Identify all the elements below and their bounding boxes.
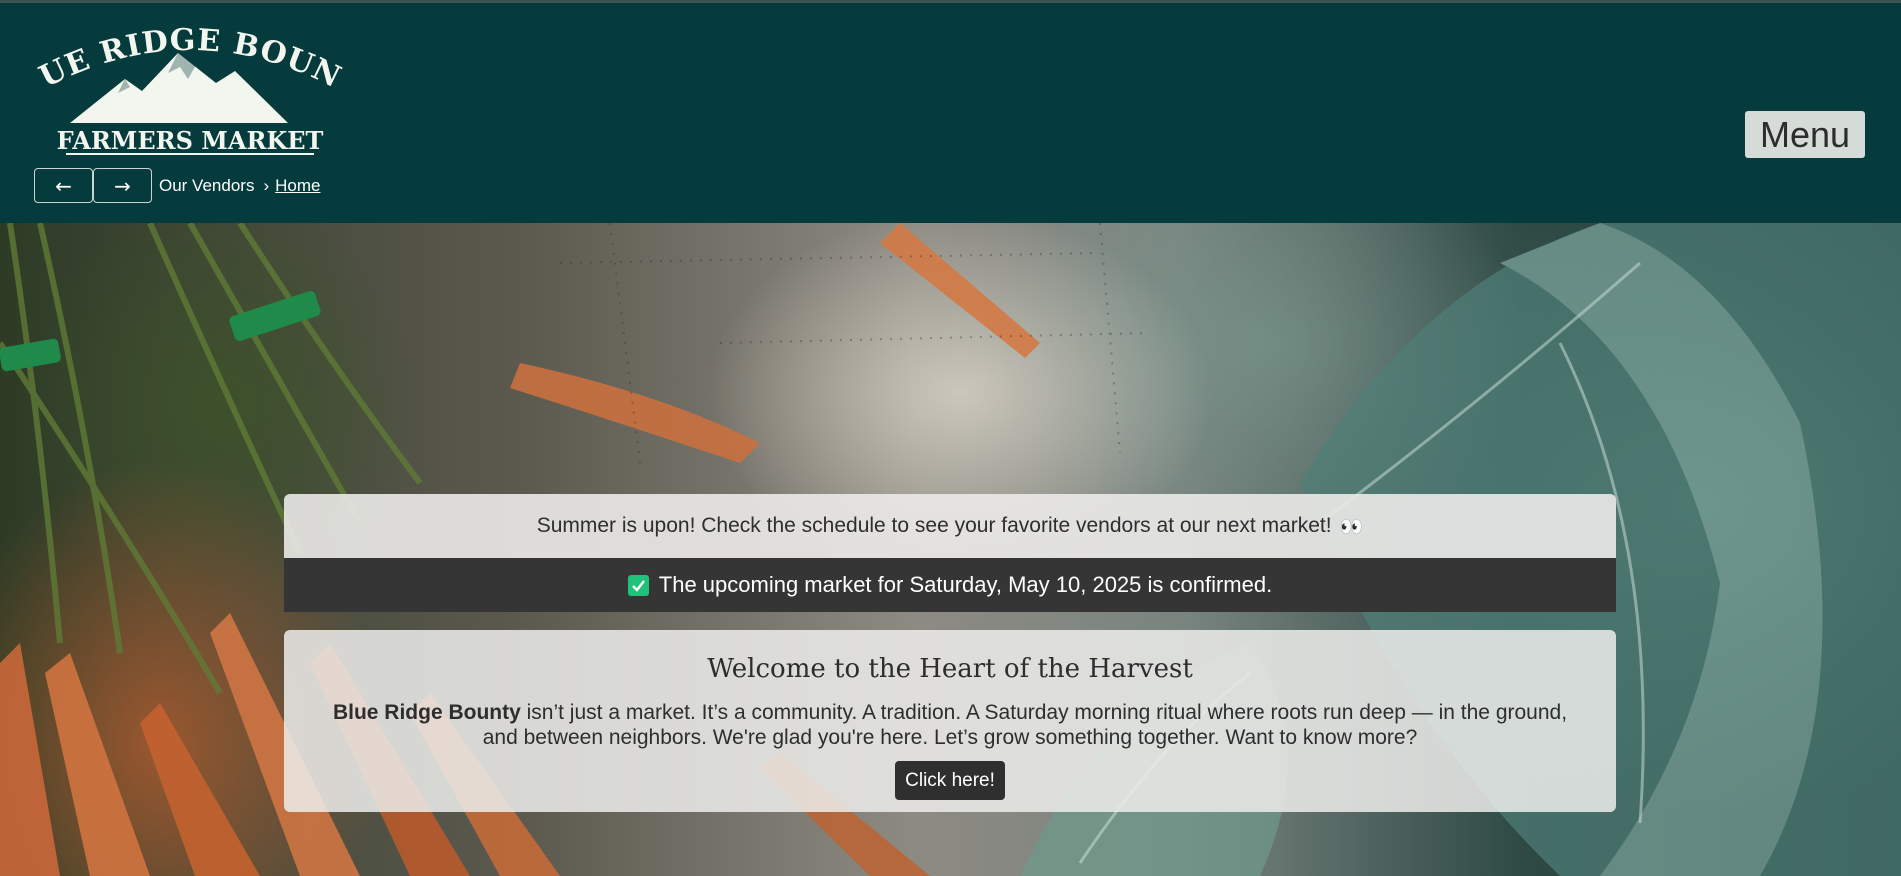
breadcrumb-home-link[interactable]: Home — [275, 176, 320, 196]
arrow-left-icon: ← — [55, 173, 72, 198]
welcome-title: Welcome to the Heart of the Harvest — [707, 654, 1193, 684]
site-logo[interactable]: BLUE RIDGE BOUNTY FARMERS MARKET — [30, 21, 350, 156]
breadcrumb-current: Our Vendors — [159, 175, 255, 195]
checkmark-icon — [627, 574, 649, 596]
confirmation-text: The upcoming market for Saturday, May 10… — [658, 572, 1273, 597]
welcome-card: Welcome to the Heart of the Harvest Blue… — [284, 630, 1616, 812]
announcement-bar: Summer is upon! Check the schedule to se… — [284, 494, 1616, 558]
logo-mountain-graphic: BLUE RIDGE BOUNTY FARMERS MARKET — [30, 21, 346, 155]
site-header: BLUE RIDGE BOUNTY FARMERS MARKET ← → Our… — [0, 0, 1901, 223]
breadcrumb-separator: › — [263, 175, 270, 195]
market-confirmation-bar: The upcoming market for Saturday, May 10… — [284, 558, 1616, 612]
forward-button[interactable]: → — [93, 168, 152, 203]
welcome-brand-name: Blue Ridge Bounty — [332, 701, 521, 724]
announcement-text: Summer is upon! Check the schedule to se… — [536, 514, 1332, 537]
back-button[interactable]: ← — [34, 168, 93, 203]
eyes-emoji-icon: 👀 — [1339, 515, 1364, 538]
arrow-right-icon: → — [114, 173, 131, 198]
history-nav: ← → Our Vendors › Home — [34, 168, 320, 203]
learn-more-button[interactable]: Click here! — [895, 761, 1005, 800]
menu-button[interactable]: Menu — [1745, 111, 1865, 158]
welcome-body-text: isn’t just a market. It’s a community. A… — [482, 701, 1568, 749]
breadcrumb: Our Vendors › Home — [159, 176, 320, 196]
logo-line2: FARMERS MARKET — [57, 126, 324, 155]
welcome-body: Blue Ridge Bounty isn’t just a market. I… — [320, 700, 1580, 750]
